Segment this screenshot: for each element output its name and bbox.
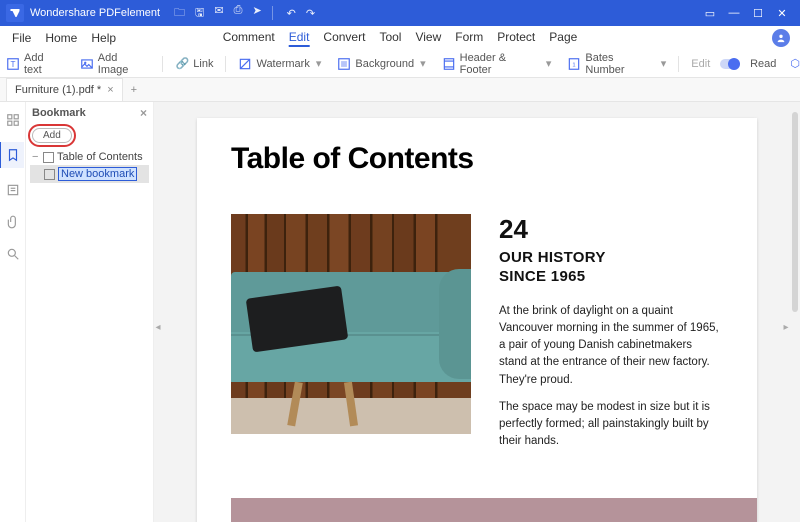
menu-convert[interactable]: Convert xyxy=(323,30,365,47)
add-image-button[interactable]: Add Image xyxy=(74,50,157,78)
chevron-down-icon: ▾ xyxy=(316,57,322,70)
image-icon xyxy=(80,57,94,71)
app-title: Wondershare PDFelement xyxy=(30,7,160,19)
section-number: 24 xyxy=(499,214,723,245)
edit-toolbar: TAdd text Add Image 🔗Link Watermark▾ Bac… xyxy=(0,50,800,78)
app-menu-icon[interactable]: ▭ xyxy=(698,7,722,20)
background-icon xyxy=(337,57,351,71)
text-column: 24 OUR HISTORY SINCE 1965 At the brink o… xyxy=(499,214,723,461)
comments-rail-icon[interactable] xyxy=(3,180,23,200)
watermark-button[interactable]: Watermark▾ xyxy=(232,55,327,73)
chevron-down-icon: ▾ xyxy=(546,57,552,70)
main-area: Bookmark × Add − Table of Contents New b… xyxy=(0,102,800,522)
link-button[interactable]: 🔗Link xyxy=(169,55,219,73)
chevron-down-icon: ▾ xyxy=(420,57,426,70)
bookmark-item-label: Table of Contents xyxy=(57,151,143,163)
body-paragraph: The space may be modest in size but it i… xyxy=(499,399,723,451)
hero-image xyxy=(231,214,471,434)
menu-home[interactable]: Home xyxy=(45,31,77,45)
tab-title: Furniture (1).pdf * xyxy=(15,84,101,96)
user-avatar[interactable] xyxy=(772,29,790,47)
panel-close-icon[interactable]: × xyxy=(140,106,147,120)
menu-form[interactable]: Form xyxy=(455,30,483,47)
link-icon: 🔗 xyxy=(175,57,189,71)
read-mode-label: Read xyxy=(744,56,782,72)
svg-text:1: 1 xyxy=(573,62,576,68)
save-icon[interactable]: 🖫 xyxy=(195,4,204,23)
undo-icon[interactable]: ↶ xyxy=(287,7,296,20)
bookmark-rename-input[interactable]: New bookmark xyxy=(58,167,137,181)
menu-tool[interactable]: Tool xyxy=(379,30,401,47)
document-page: Table of Contents 24 OUR HISTORY xyxy=(197,118,757,522)
search-rail-icon[interactable] xyxy=(3,244,23,264)
bates-icon: 1 xyxy=(567,57,581,71)
background-button[interactable]: Background▾ xyxy=(331,55,431,73)
bookmark-item-icon xyxy=(44,169,55,180)
share-icon[interactable]: ➤ xyxy=(252,4,261,23)
menu-bar: File Home Help Comment Edit Convert Tool… xyxy=(0,26,800,50)
app-logo xyxy=(6,4,24,22)
redo-icon[interactable]: ↷ xyxy=(306,7,315,20)
add-bookmark-button[interactable]: Add xyxy=(32,128,72,143)
menu-edit[interactable]: Edit xyxy=(289,30,310,47)
menu-comment[interactable]: Comment xyxy=(223,30,275,47)
new-tab-button[interactable]: + xyxy=(123,84,145,96)
bookmark-rail-icon[interactable] xyxy=(0,142,24,168)
panel-collapse-handle[interactable]: ◂ xyxy=(154,312,162,342)
tab-close-icon[interactable]: × xyxy=(107,84,113,96)
page-heading: Table of Contents xyxy=(231,142,723,176)
bookmark-tree: − Table of Contents New bookmark xyxy=(26,149,153,183)
panel-expand-handle[interactable]: ▸ xyxy=(782,312,790,342)
attachments-rail-icon[interactable] xyxy=(3,212,23,232)
menu-file[interactable]: File xyxy=(12,31,31,45)
text-icon: T xyxy=(6,57,20,71)
header-footer-button[interactable]: Header & Footer▾ xyxy=(436,50,558,78)
svg-text:T: T xyxy=(11,59,16,68)
menu-protect[interactable]: Protect xyxy=(497,30,535,47)
open-icon[interactable]: 🗀 xyxy=(174,4,185,23)
settings-hex-icon[interactable]: ⬡ xyxy=(790,57,800,70)
body-paragraph: At the brink of daylight on a quaint Van… xyxy=(499,303,723,389)
chevron-down-icon: ▾ xyxy=(661,57,667,70)
bookmark-item-icon xyxy=(43,152,54,163)
bookmark-panel: Bookmark × Add − Table of Contents New b… xyxy=(26,102,154,522)
vertical-scrollbar[interactable] xyxy=(792,112,798,312)
section-subtitle-1: OUR HISTORY xyxy=(499,249,606,266)
decorative-band xyxy=(231,498,757,522)
separator xyxy=(272,6,273,20)
close-icon[interactable]: ✕ xyxy=(770,7,794,20)
bookmark-panel-title: Bookmark xyxy=(32,107,86,119)
edit-mode-label: Edit xyxy=(685,56,716,72)
watermark-icon xyxy=(238,57,252,71)
document-tab-bar: Furniture (1).pdf * × + xyxy=(0,78,800,102)
header-footer-icon xyxy=(442,57,456,71)
document-tab[interactable]: Furniture (1).pdf * × xyxy=(6,78,123,101)
bates-number-button[interactable]: 1Bates Number▾ xyxy=(561,50,672,78)
mail-icon[interactable]: ✉ xyxy=(214,4,223,23)
document-viewport[interactable]: ◂ ▸ Table of Contents 24 xyxy=(154,102,800,522)
menu-view[interactable]: View xyxy=(415,30,441,47)
print-icon[interactable]: ⎙ xyxy=(234,4,243,23)
add-text-button[interactable]: TAdd text xyxy=(0,50,70,78)
minimize-icon[interactable]: — xyxy=(722,7,746,19)
title-bar: Wondershare PDFelement 🗀 🖫 ✉ ⎙ ➤ ↶ ↷ ▭ —… xyxy=(0,0,800,26)
menu-help[interactable]: Help xyxy=(91,31,116,45)
maximize-icon[interactable]: ☐ xyxy=(746,7,770,20)
bookmark-item-editing[interactable]: New bookmark xyxy=(30,165,149,183)
edit-read-toggle[interactable] xyxy=(720,59,740,69)
bookmark-item[interactable]: − Table of Contents xyxy=(30,149,149,165)
side-rail xyxy=(0,102,26,522)
menu-page[interactable]: Page xyxy=(549,30,577,47)
thumbnails-rail-icon[interactable] xyxy=(3,110,23,130)
collapse-icon[interactable]: − xyxy=(32,151,40,163)
section-subtitle-2: SINCE 1965 xyxy=(499,268,585,285)
